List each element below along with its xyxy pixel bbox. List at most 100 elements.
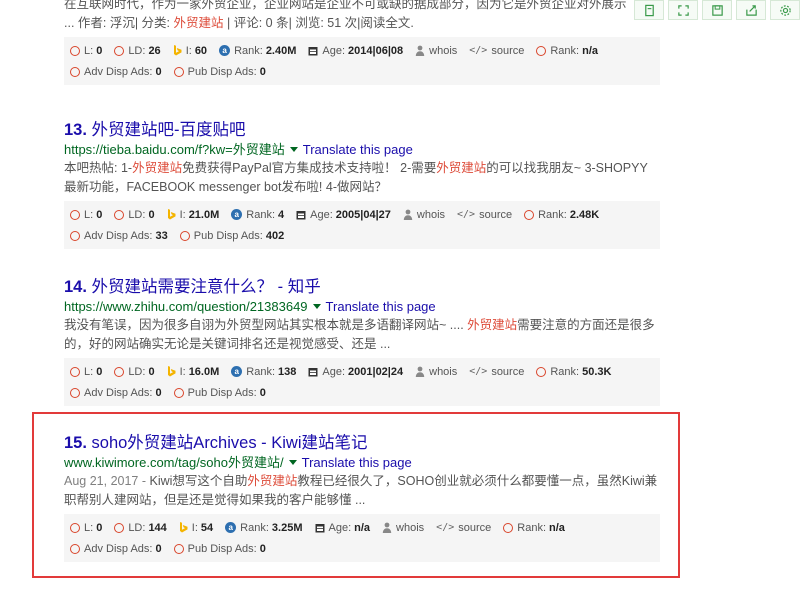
metric-i: I: 21.0M (167, 208, 220, 221)
description-line: 在互联网时代，作为一家外贸企业，企业网站是企业不可或缺的据成部分，因为它是外贸企… (64, 0, 627, 11)
result-title[interactable]: 15. soho外贸建站Archives - Kiwi建站笔记 (64, 433, 660, 454)
result-date: Aug 21, 2017 - (64, 474, 150, 488)
metric-alexa-rank: a Rank: 138 (231, 366, 296, 378)
metric-rank-value: n/a (549, 521, 565, 534)
whois-link[interactable]: whois (415, 45, 457, 57)
person-icon (415, 45, 425, 56)
person-icon (403, 209, 413, 220)
result-title-text[interactable]: 外贸建站需要注意什么？ - 知乎 (92, 278, 321, 296)
metric-i: I: 54 (179, 522, 213, 534)
metric-rank-value: 2.48K (569, 208, 600, 221)
code-icon: </> (436, 522, 455, 533)
circle-icon (114, 45, 125, 56)
result-description: 在互联网时代，作为一家外贸企业，企业网站是企业不可或缺的据成部分，因为它是外贸企… (64, 0, 660, 33)
description-meta: ... 作者: 浮沉| 分类: (64, 16, 174, 30)
translate-link[interactable]: Translate this page (326, 299, 436, 314)
source-link[interactable]: </> source (469, 45, 524, 57)
bing-icon (167, 209, 176, 220)
metric-i-label: I: (185, 44, 192, 57)
metric-l-value: 0 (96, 44, 103, 57)
metric-age-label: Age: (310, 208, 333, 221)
bing-icon (173, 45, 182, 56)
dropdown-arrow-icon[interactable] (288, 460, 297, 466)
source-link[interactable]: </> source (457, 209, 512, 221)
dropdown-arrow-icon[interactable] (289, 147, 298, 153)
circle-icon (70, 387, 80, 398)
result-url[interactable]: https://www.zhihu.com/question/21383649 (64, 299, 308, 314)
metric-adv-disp-ads: Adv Disp Ads: 0 (70, 66, 162, 78)
calendar-icon (315, 523, 325, 533)
share-icon[interactable] (736, 0, 766, 20)
description-meta-suffix: | 评论: 0 条| 浏览: 51 次|阅读全文. (223, 16, 414, 30)
save-icon[interactable] (702, 0, 732, 20)
whois-link[interactable]: whois (382, 522, 424, 534)
result-url[interactable]: www.kiwimore.com/tag/soho外贸建站/ (64, 455, 284, 470)
metric-ld-label: LD: (128, 44, 146, 57)
metric-adv-disp-ads-label: Adv Disp Ads: (84, 542, 153, 555)
metric-ld-value: 26 (148, 44, 161, 57)
metric-i: I: 16.0M (167, 366, 219, 378)
metric-rank: Rank: 2.48K (524, 209, 599, 221)
result-description: Aug 21, 2017 - Kiwi想写这个自助外贸建站教程已经很久了，SOH… (64, 472, 660, 510)
metric-adv-disp-ads: Adv Disp Ads: 0 (70, 387, 162, 399)
metric-age-label: Age: (322, 44, 346, 57)
whois-link[interactable]: whois (403, 209, 445, 221)
metric-i-label: I: (179, 208, 186, 221)
metric-alexa-rank-label: Rank: (246, 208, 276, 221)
metric-rank: Rank: n/a (536, 45, 598, 57)
metric-ld: LD: 26 (114, 44, 161, 57)
metric-i: I: 60 (173, 45, 207, 57)
result-url[interactable]: https://tieba.baidu.com/f?kw=外贸建站 (64, 142, 285, 157)
metric-age-value: n/a (354, 521, 371, 534)
description-text: Kiwi想写这个自助 (149, 474, 248, 488)
metric-adv-disp-ads-value: 0 (155, 542, 162, 555)
seo-row-1: L: 0 LD: 144 I: 54 a Rank: 3.25M Age: n/a whois </> s… (70, 517, 660, 538)
dropdown-arrow-icon[interactable] (312, 304, 321, 310)
metric-ld-value: 144 (148, 521, 167, 534)
translate-link[interactable]: Translate this page (302, 455, 412, 470)
metric-age: Age: 2014|06|08 (308, 45, 403, 57)
metric-i-value: 21.0M (188, 208, 220, 221)
source-link-label: source (479, 208, 513, 221)
metric-l-value: 0 (96, 521, 103, 534)
seo-metrics-panel: L: 0 LD: 144 I: 54 a Rank: 3.25M Age: n/a whois </> s… (64, 514, 660, 562)
seo-metrics-panel: L: 0 LD: 0 I: 16.0M a Rank: 138 Age: 2001|02|24 who… (64, 358, 660, 406)
circle-icon (114, 209, 125, 220)
whois-link[interactable]: whois (415, 366, 457, 378)
metric-ld-value: 0 (148, 365, 155, 378)
result-title-text[interactable]: soho外贸建站Archives - Kiwi建站笔记 (92, 434, 368, 452)
translate-link[interactable]: Translate this page (303, 142, 413, 157)
result-description: 本吧热帖: 1-外贸建站免费获得PayPal官方集成技术支持啦！ 2-需要外贸建… (64, 159, 660, 197)
metric-ld: LD: 0 (114, 365, 155, 378)
metric-alexa-rank-label: Rank: (240, 521, 269, 534)
metric-l-label: L: (84, 521, 94, 534)
expand-icon[interactable] (668, 0, 698, 20)
result-title[interactable]: 14. 外贸建站需要注意什么？ - 知乎 (64, 277, 660, 298)
result-description: 我没有笔误，因为很多自诩为外贸型网站其实根本就是多语翻译网站~ .... 外贸建… (64, 316, 660, 354)
circle-icon (70, 45, 80, 56)
alexa-icon: a (231, 209, 243, 220)
copy-icon[interactable] (634, 0, 664, 20)
result-title-text[interactable]: 外贸建站吧-百度贴吧 (92, 121, 246, 139)
result-title[interactable]: 13. 外贸建站吧-百度贴吧 (64, 120, 660, 141)
metric-i-value: 60 (194, 44, 208, 57)
circle-icon (503, 522, 514, 533)
settings-icon[interactable] (770, 0, 800, 20)
source-link[interactable]: </> source (469, 366, 524, 378)
bing-icon (167, 366, 176, 377)
result-number: 15. (64, 434, 92, 452)
seo-row-2: Adv Disp Ads: 0 Pub Disp Ads: 0 (70, 538, 660, 559)
source-link-label: source (491, 44, 525, 57)
seo-metrics-panel: L: 0 LD: 26 I: 60 a Rank: 2.40M Age: 2014|06|08 who… (64, 37, 660, 85)
metric-pub-disp-ads-label: Pub Disp Ads: (187, 386, 257, 399)
calendar-icon (296, 210, 306, 220)
result-url-line: https://tieba.baidu.com/f?kw=外贸建站 Transla… (64, 141, 660, 158)
calendar-icon (308, 367, 318, 377)
metric-pub-disp-ads: Pub Disp Ads: 0 (173, 66, 266, 78)
metric-age-value: 2014|06|08 (348, 44, 404, 57)
source-link[interactable]: </> source (436, 522, 491, 534)
metric-adv-disp-ads-value: 0 (155, 65, 162, 78)
metric-alexa-rank-label: Rank: (246, 365, 276, 378)
search-result-partial: 在互联网时代，作为一家外贸企业，企业网站是企业不可或缺的据成部分，因为它是外贸企… (64, 0, 660, 85)
circle-icon (173, 543, 184, 554)
